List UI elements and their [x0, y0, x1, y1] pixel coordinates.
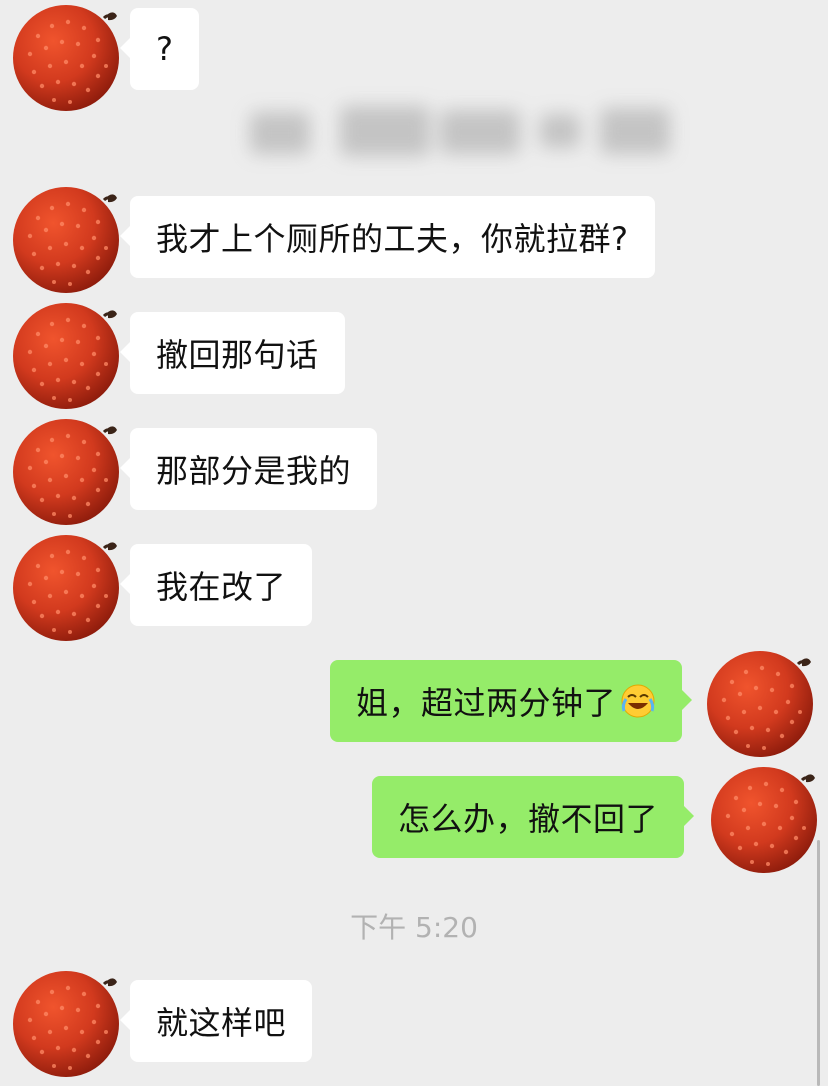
message-bubble[interactable]: 姐，超过两分钟了 [330, 660, 693, 742]
lychee-avatar-icon[interactable] [8, 410, 126, 528]
message-bubble[interactable]: 我才上个厕所的工夫，你就拉群? [120, 196, 655, 278]
lychee-avatar-icon[interactable] [8, 294, 126, 412]
lychee-avatar-icon[interactable] [8, 962, 126, 1080]
message-timestamp: 下午 5:20 [350, 911, 478, 944]
lychee-avatar-icon[interactable] [8, 178, 126, 296]
message-bubble[interactable]: ? [119, 8, 200, 90]
message-bubble[interactable]: 就这样吧 [119, 980, 313, 1062]
message-bubble[interactable]: 那部分是我的 [119, 428, 378, 510]
message-bubble[interactable]: 我在改了 [119, 544, 313, 626]
lychee-avatar-icon[interactable] [8, 526, 126, 644]
lychee-avatar-icon[interactable] [706, 758, 824, 876]
lychee-avatar-icon[interactable] [702, 642, 820, 760]
rolling-on-floor-laughing-icon [620, 683, 656, 719]
scrollbar[interactable] [817, 840, 820, 1086]
lychee-avatar-icon[interactable] [8, 0, 126, 114]
message-bubble[interactable]: 撤回那句话 [120, 312, 345, 394]
chat-area[interactable]: ? 我才上个厕所的工夫，你就拉群? 撤回那句话 那部分是我的 我在改了 姐，超过… [0, 0, 828, 1086]
message-bubble[interactable]: 怎么办，撤不回了 [372, 776, 695, 858]
blurred-system-notice [230, 98, 690, 168]
